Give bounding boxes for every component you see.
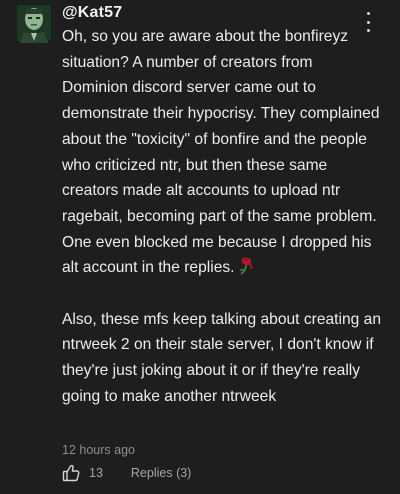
thumbs-up-icon	[62, 464, 80, 482]
comment-paragraph: Also, these mfs keep talking about creat…	[62, 310, 381, 405]
comment-paragraph: Oh, so you are aware about the bonfireyz…	[62, 24, 382, 281]
replies-button[interactable]: Replies (3)	[131, 466, 191, 480]
comment-paragraph-text: Oh, so you are aware about the bonfireyz…	[62, 28, 380, 277]
avatar[interactable]	[15, 3, 53, 43]
like-count: 13	[89, 466, 103, 480]
avatar-portrait-icon	[15, 3, 53, 43]
comment-actions: 13 Replies (3)	[62, 462, 191, 484]
username[interactable]: @Kat57	[62, 4, 122, 22]
like-button[interactable]: 13	[62, 464, 103, 482]
wilted-rose-emoji-icon	[238, 257, 254, 275]
comment-body: Oh, so you are aware about the bonfireyz…	[62, 24, 382, 410]
comment-card: @Kat57 Oh, so you are aware about the bo…	[0, 0, 400, 494]
more-vertical-icon	[366, 12, 370, 15]
comment-timestamp: 12 hours ago	[62, 443, 135, 457]
